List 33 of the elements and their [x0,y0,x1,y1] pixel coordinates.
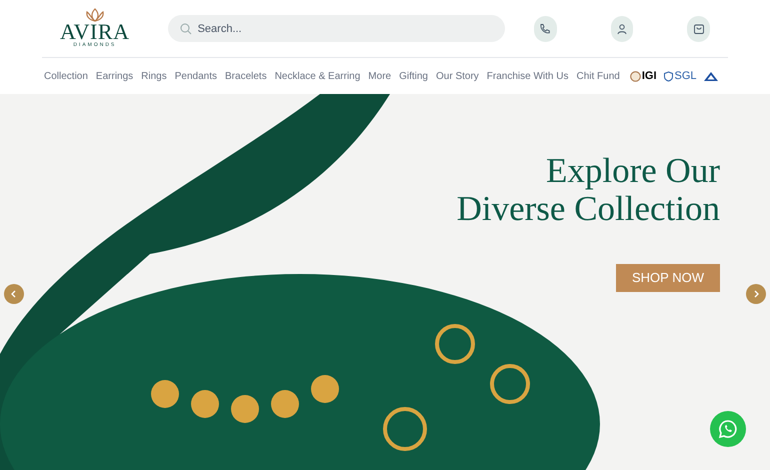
shop-now-button[interactable]: SHOP NOW [616,264,720,292]
nav-link[interactable]: Franchise With Us [486,68,568,84]
nav-link[interactable]: Earrings [96,68,134,84]
nav-link[interactable]: Gifting [399,68,428,84]
nav-link[interactable]: Chit Fund [576,68,620,84]
next-slide-button[interactable] [746,284,766,304]
phone-button[interactable] [534,16,557,42]
nav-link[interactable]: More [368,68,392,84]
cart-button[interactable] [687,16,710,42]
user-icon [616,22,628,34]
nav-link[interactable]: Necklace & Earring [274,68,360,84]
chevron-left-icon [10,290,18,298]
search-field[interactable]: Search... [168,15,506,42]
nav-link[interactable]: Collection [44,68,88,84]
phone-icon [539,22,552,34]
logo-wordmark[interactable]: AVIRA [60,22,130,42]
previous-slide-button[interactable] [4,284,24,304]
certification-label: IGI [642,68,657,84]
bag-icon [692,22,705,34]
triangle-logo-icon [702,70,719,82]
chat-bubble-icon [718,419,738,439]
nav-link[interactable]: Rings [141,68,167,84]
nav-link[interactable]: Pendants [174,68,218,84]
seal-icon [630,70,641,82]
hero-headline-line: Explore Our [546,152,720,190]
shield-icon [662,70,674,82]
search-icon [180,23,192,35]
certification-label: SGL [674,68,697,84]
chevron-right-icon [752,290,760,298]
hero-headline-line: Diverse Collection [456,190,720,228]
account-button[interactable] [610,16,634,42]
nav-link[interactable]: Bracelets [225,68,267,84]
nav-link[interactable]: Our Story [436,68,479,84]
